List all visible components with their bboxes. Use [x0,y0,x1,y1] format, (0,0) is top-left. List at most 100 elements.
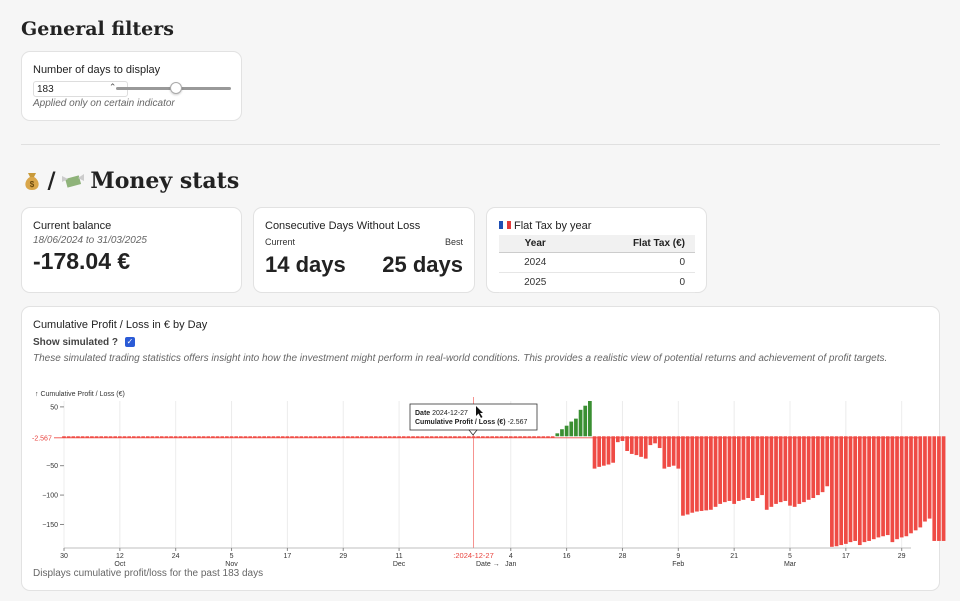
y-tick-label: −50 [46,463,58,470]
pnl-bar [839,436,844,546]
pnl-bar [588,401,592,437]
pnl-bar [797,436,802,504]
pnl-bar [774,436,778,504]
pnl-bar [750,436,755,501]
pnl-bar [639,436,643,457]
pnl-bar [778,436,783,503]
pnl-bar [583,405,588,437]
pnl-bar [834,436,839,547]
y-tick-label: 50 [50,404,58,411]
pnl-bar [741,436,746,500]
pnl-bar [895,436,899,540]
pnl-bar [629,436,634,454]
y-axis-label: ↑ Cumulative Profit / Loss (€) [35,391,125,398]
pnl-bar [606,436,611,465]
pnl-bar [909,436,913,534]
pnl-chart: ↑ Cumulative Profit / Loss (€) -2.567 30… [32,391,946,568]
pnl-bar [574,418,578,437]
pnl-bar [564,425,569,437]
pnl-bar [764,436,769,510]
x-tick-label: 5 [230,553,234,560]
pnl-bar [816,436,820,496]
x-tick-label: 21 [730,553,738,560]
pnl-bar [918,436,923,528]
x-tick-label: 30 [60,553,68,560]
pnl-bar [685,436,690,515]
pnl-bar [746,436,750,499]
pnl-bar [885,436,890,536]
pnl-bar [899,436,904,538]
pnl-bar [699,436,704,511]
x-tick-label: 12 [116,553,124,560]
pnl-bar [904,436,909,537]
pnl-bar [769,436,774,507]
x-tick-label: 28 [619,553,627,560]
highlight-date-label: :2024-12-27 [453,551,493,560]
pnl-bar [704,436,709,511]
pnl-bar [881,436,885,537]
tooltip-value-label: Cumulative Profit / Loss (€) [415,419,506,426]
tooltip-value-value: -2.567 [508,419,528,426]
pnl-bar [667,436,671,467]
x-month-label: Oct [114,561,125,568]
x-tick-label: 29 [898,553,906,560]
pnl-bar [681,436,685,516]
pnl-bar [820,436,825,493]
rule-label: -2.567 [32,435,52,442]
svg-text:Date 2024-12-27: Date 2024-12-27 [415,410,468,417]
pnl-bar [578,409,583,437]
pnl-bar [830,436,834,547]
tooltip-date-label: Date [415,410,430,417]
x-tick-label: 17 [283,553,291,560]
x-tick-label: 4 [509,553,513,560]
pnl-bar [848,436,853,543]
pnl-bar [722,436,727,503]
y-tick-label: −150 [42,522,58,529]
x-month-label: Jan [505,561,516,568]
y-tick-label: −100 [42,493,58,500]
pnl-bar [732,436,737,504]
pnl-bar [597,436,602,467]
pnl-bar [653,436,657,444]
pnl-bar [727,436,732,501]
pnl-bar [932,436,937,541]
pnl-bar [862,436,867,543]
x-axis-label: Date → [476,561,500,568]
x-tick-label: 5 [788,553,792,560]
pnl-bar [592,436,597,469]
x-tick-label: 24 [172,553,180,560]
chart-tooltip: Date 2024-12-27 Cumulative Profit / Loss… [409,403,538,436]
pnl-bar [843,436,848,544]
pnl-bar [760,436,764,496]
pnl-bar [555,433,560,437]
x-tick-label: 16 [563,553,571,560]
pnl-bar [662,436,667,469]
x-tick-label: 17 [842,553,850,560]
x-month-label: Mar [784,561,797,568]
pnl-bar [755,436,760,499]
pnl-bar [923,436,927,522]
pnl-bar [625,436,629,451]
pnl-bar [811,436,816,499]
x-month-label: Dec [393,561,406,568]
pnl-bar [871,436,876,540]
pnl-bar [857,436,862,546]
pnl-bar [611,436,616,463]
pnl-bar [620,436,625,441]
pnl-bar [802,436,806,503]
x-tick-label: 11 [395,553,402,560]
pnl-bar [690,436,695,513]
x-month-label: Feb [672,561,684,568]
pnl-bar [615,436,620,443]
svg-text:Cumulative Profit / Loss (€) -: Cumulative Profit / Loss (€) -2.567 [415,419,528,426]
pnl-bar [913,436,918,531]
pnl-bar [937,436,941,541]
pnl-bar [890,436,895,543]
tooltip-date-value: 2024-12-27 [432,410,468,417]
pnl-bar [783,436,788,501]
pnl-bar [867,436,871,541]
pnl-bar [718,436,723,504]
pnl-bar [825,436,830,487]
pnl-bar [806,436,811,500]
pnl-bar [927,436,932,519]
